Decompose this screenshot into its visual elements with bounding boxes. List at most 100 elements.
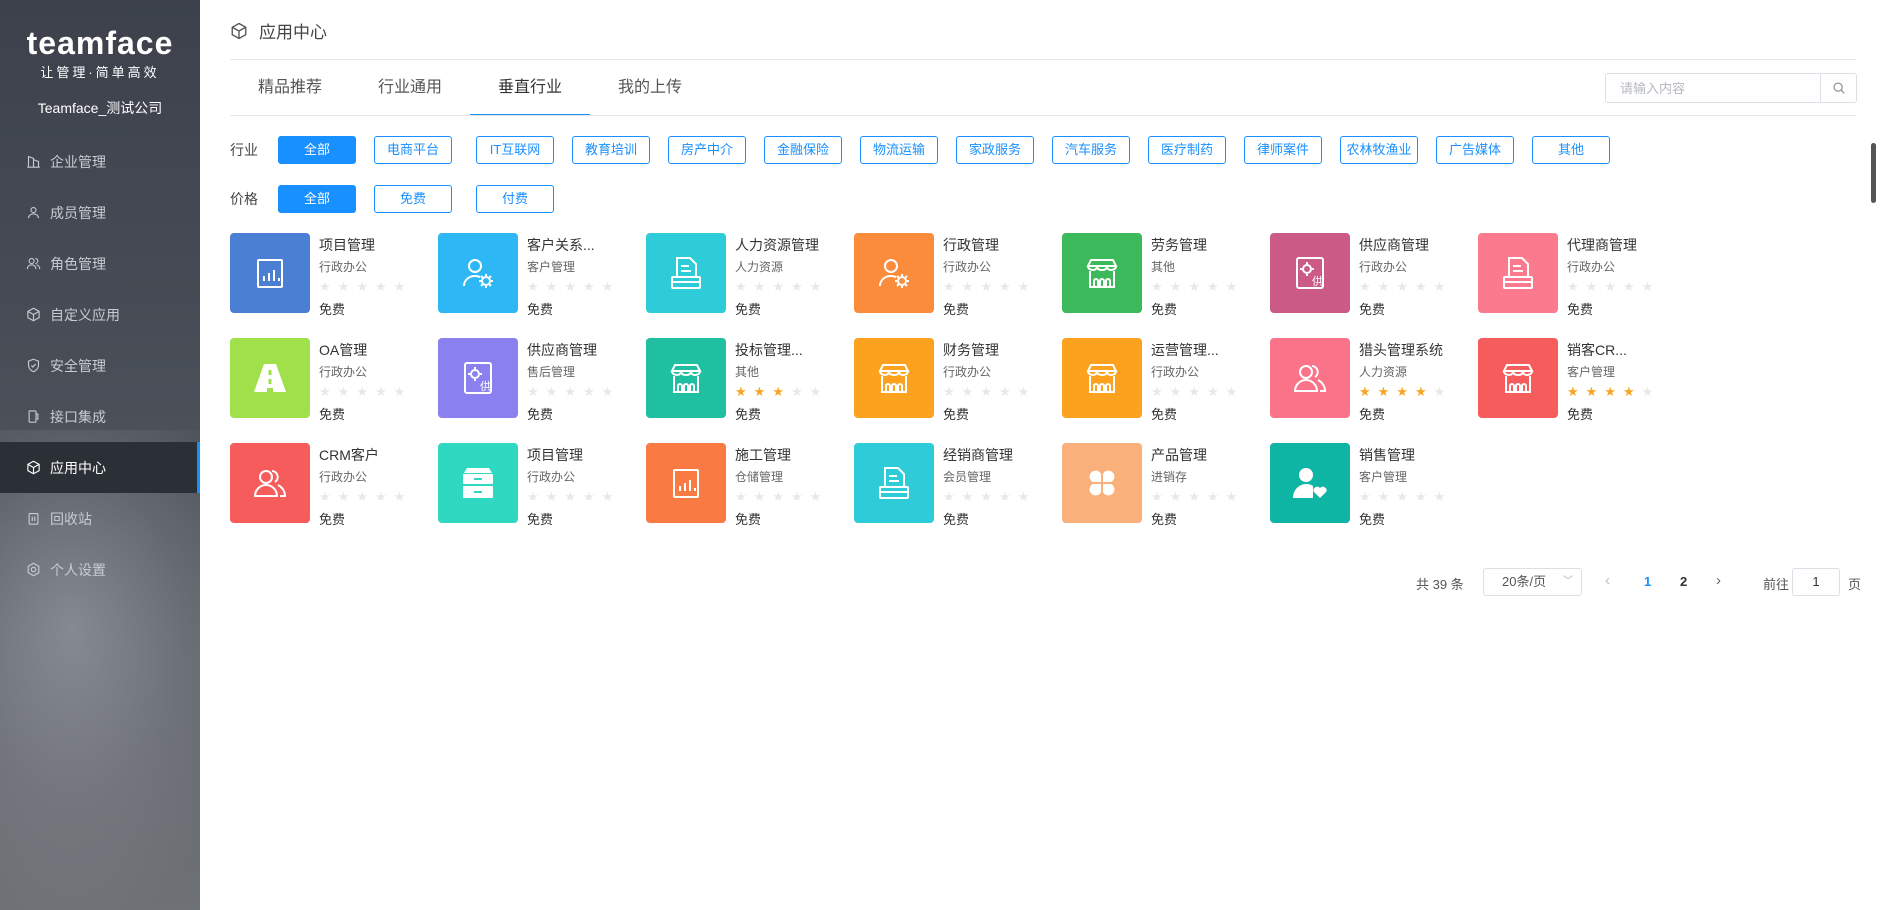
goto-page-input[interactable]: 1 [1792, 568, 1840, 596]
app-card[interactable]: 猎头管理系统 人力资源 ★★★★★ 免费 [1270, 338, 1470, 422]
search-input[interactable] [1606, 74, 1820, 102]
app-card[interactable]: 销客CR... 客户管理 ★★★★★ 免费 [1478, 338, 1678, 422]
app-name[interactable]: 销售管理 [1359, 445, 1415, 465]
next-page-button[interactable]: › [1716, 572, 1721, 589]
industry-chip-4[interactable]: 房产中介 [668, 136, 746, 164]
app-name[interactable]: 运营管理... [1151, 340, 1219, 360]
app-tile[interactable] [1478, 338, 1558, 418]
industry-chip-1[interactable]: 电商平台 [374, 136, 452, 164]
industry-chip-11[interactable]: 农林牧渔业 [1340, 136, 1418, 164]
industry-chip-5[interactable]: 金融保险 [764, 136, 842, 164]
industry-chip-8[interactable]: 汽车服务 [1052, 136, 1130, 164]
app-tile[interactable]: 供 [438, 338, 518, 418]
industry-chip-13[interactable]: 其他 [1532, 136, 1610, 164]
sidebar-item-7[interactable]: 回收站 [0, 493, 200, 544]
price-chip-0[interactable]: 全部 [278, 185, 356, 213]
app-name[interactable]: 供应商管理 [527, 340, 597, 360]
tab-0[interactable]: 精品推荐 [230, 60, 350, 116]
app-tile[interactable] [646, 233, 726, 313]
app-tile[interactable] [1270, 443, 1350, 523]
app-name[interactable]: 财务管理 [943, 340, 999, 360]
app-name[interactable]: CRM客户 [319, 445, 379, 465]
app-tile[interactable] [230, 338, 310, 418]
app-tile[interactable] [1270, 338, 1350, 418]
price-chip-2[interactable]: 付费 [476, 185, 554, 213]
industry-chip-12[interactable]: 广告媒体 [1436, 136, 1514, 164]
tab-1[interactable]: 行业通用 [350, 60, 470, 116]
app-name[interactable]: 代理商管理 [1567, 235, 1637, 255]
prev-page-button[interactable]: ‹ [1605, 572, 1610, 589]
industry-chip-10[interactable]: 律师案件 [1244, 136, 1322, 164]
app-name[interactable]: 经销商管理 [943, 445, 1013, 465]
app-card[interactable]: 产品管理 进销存 ★★★★★ 免费 [1062, 443, 1262, 527]
industry-chip-0[interactable]: 全部 [278, 136, 356, 164]
app-card[interactable]: 经销商管理 会员管理 ★★★★★ 免费 [854, 443, 1054, 527]
industry-chip-9[interactable]: 医疗制药 [1148, 136, 1226, 164]
app-card[interactable]: 人力资源管理 人力资源 ★★★★★ 免费 [646, 233, 846, 317]
app-card[interactable]: 代理商管理 行政办公 ★★★★★ 免费 [1478, 233, 1678, 317]
app-card[interactable]: OA管理 行政办公 ★★★★★ 免费 [230, 338, 430, 422]
app-card[interactable]: 项目管理 行政办公 ★★★★★ 免费 [230, 233, 430, 317]
app-card[interactable]: CRM客户 行政办公 ★★★★★ 免费 [230, 443, 430, 527]
sidebar-item-1[interactable]: 成员管理 [0, 187, 200, 238]
app-tile[interactable] [854, 233, 934, 313]
app-tile[interactable] [646, 443, 726, 523]
page-2[interactable]: 2 [1680, 574, 1687, 589]
app-category: 其他 [1151, 260, 1176, 274]
scrollbar[interactable] [1871, 143, 1876, 203]
app-tile[interactable] [646, 338, 726, 418]
app-name[interactable]: 客户关系... [527, 235, 595, 255]
app-name[interactable]: 劳务管理 [1151, 235, 1207, 255]
app-card[interactable]: 劳务管理 其他 ★★★★★ 免费 [1062, 233, 1262, 317]
sidebar-item-6[interactable]: 应用中心 [0, 442, 200, 493]
tab-2[interactable]: 垂直行业 [470, 60, 591, 116]
app-card[interactable]: 投标管理... 其他 ★★★★★ 免费 [646, 338, 846, 422]
sidebar-item-5[interactable]: 接口集成 [0, 391, 200, 442]
app-card[interactable]: 客户关系... 客户管理 ★★★★★ 免费 [438, 233, 638, 317]
sidebar-item-3[interactable]: 自定义应用 [0, 289, 200, 340]
page-1[interactable]: 1 [1644, 574, 1651, 589]
app-tile[interactable] [1062, 233, 1142, 313]
app-name[interactable]: 投标管理... [735, 340, 803, 360]
app-tile[interactable] [230, 443, 310, 523]
app-name[interactable]: 项目管理 [527, 445, 583, 465]
sidebar-item-8[interactable]: 个人设置 [0, 544, 200, 595]
app-card[interactable]: 施工管理 仓储管理 ★★★★★ 免费 [646, 443, 846, 527]
app-name[interactable]: 供应商管理 [1359, 235, 1429, 255]
app-tile[interactable] [230, 233, 310, 313]
app-tile[interactable] [438, 233, 518, 313]
app-card[interactable]: 供 供应商管理 售后管理 ★★★★★ 免费 [438, 338, 638, 422]
app-tile[interactable]: 供 [1270, 233, 1350, 313]
app-name[interactable]: 行政管理 [943, 235, 999, 255]
app-name[interactable]: 人力资源管理 [735, 235, 819, 255]
app-name[interactable]: 产品管理 [1151, 445, 1207, 465]
industry-chip-2[interactable]: IT互联网 [476, 136, 554, 164]
app-name[interactable]: 施工管理 [735, 445, 791, 465]
app-tile[interactable] [1062, 338, 1142, 418]
app-tile[interactable] [854, 443, 934, 523]
app-name[interactable]: 销客CR... [1567, 340, 1627, 360]
sidebar-item-0[interactable]: 企业管理 [0, 136, 200, 187]
search-button[interactable] [1820, 74, 1856, 102]
sidebar-item-2[interactable]: 角色管理 [0, 238, 200, 289]
price-chip-1[interactable]: 免费 [374, 185, 452, 213]
app-tile[interactable] [854, 338, 934, 418]
app-tile[interactable] [438, 443, 518, 523]
app-card[interactable]: 运营管理... 行政办公 ★★★★★ 免费 [1062, 338, 1262, 422]
sidebar-item-4[interactable]: 安全管理 [0, 340, 200, 391]
page-size-select[interactable]: 20条/页 ﹀ [1483, 568, 1582, 596]
app-name[interactable]: 项目管理 [319, 235, 375, 255]
app-card[interactable]: 供 供应商管理 行政办公 ★★★★★ 免费 [1270, 233, 1470, 317]
industry-chip-3[interactable]: 教育培训 [572, 136, 650, 164]
industry-chip-7[interactable]: 家政服务 [956, 136, 1034, 164]
tab-3[interactable]: 我的上传 [590, 60, 710, 116]
app-tile[interactable] [1478, 233, 1558, 313]
app-card[interactable]: 财务管理 行政办公 ★★★★★ 免费 [854, 338, 1054, 422]
industry-chip-6[interactable]: 物流运输 [860, 136, 938, 164]
app-card[interactable]: 项目管理 行政办公 ★★★★★ 免费 [438, 443, 638, 527]
app-tile[interactable] [1062, 443, 1142, 523]
app-name[interactable]: OA管理 [319, 340, 367, 360]
app-card[interactable]: 销售管理 客户管理 ★★★★★ 免费 [1270, 443, 1470, 527]
app-name[interactable]: 猎头管理系统 [1359, 340, 1443, 360]
app-card[interactable]: 行政管理 行政办公 ★★★★★ 免费 [854, 233, 1054, 317]
